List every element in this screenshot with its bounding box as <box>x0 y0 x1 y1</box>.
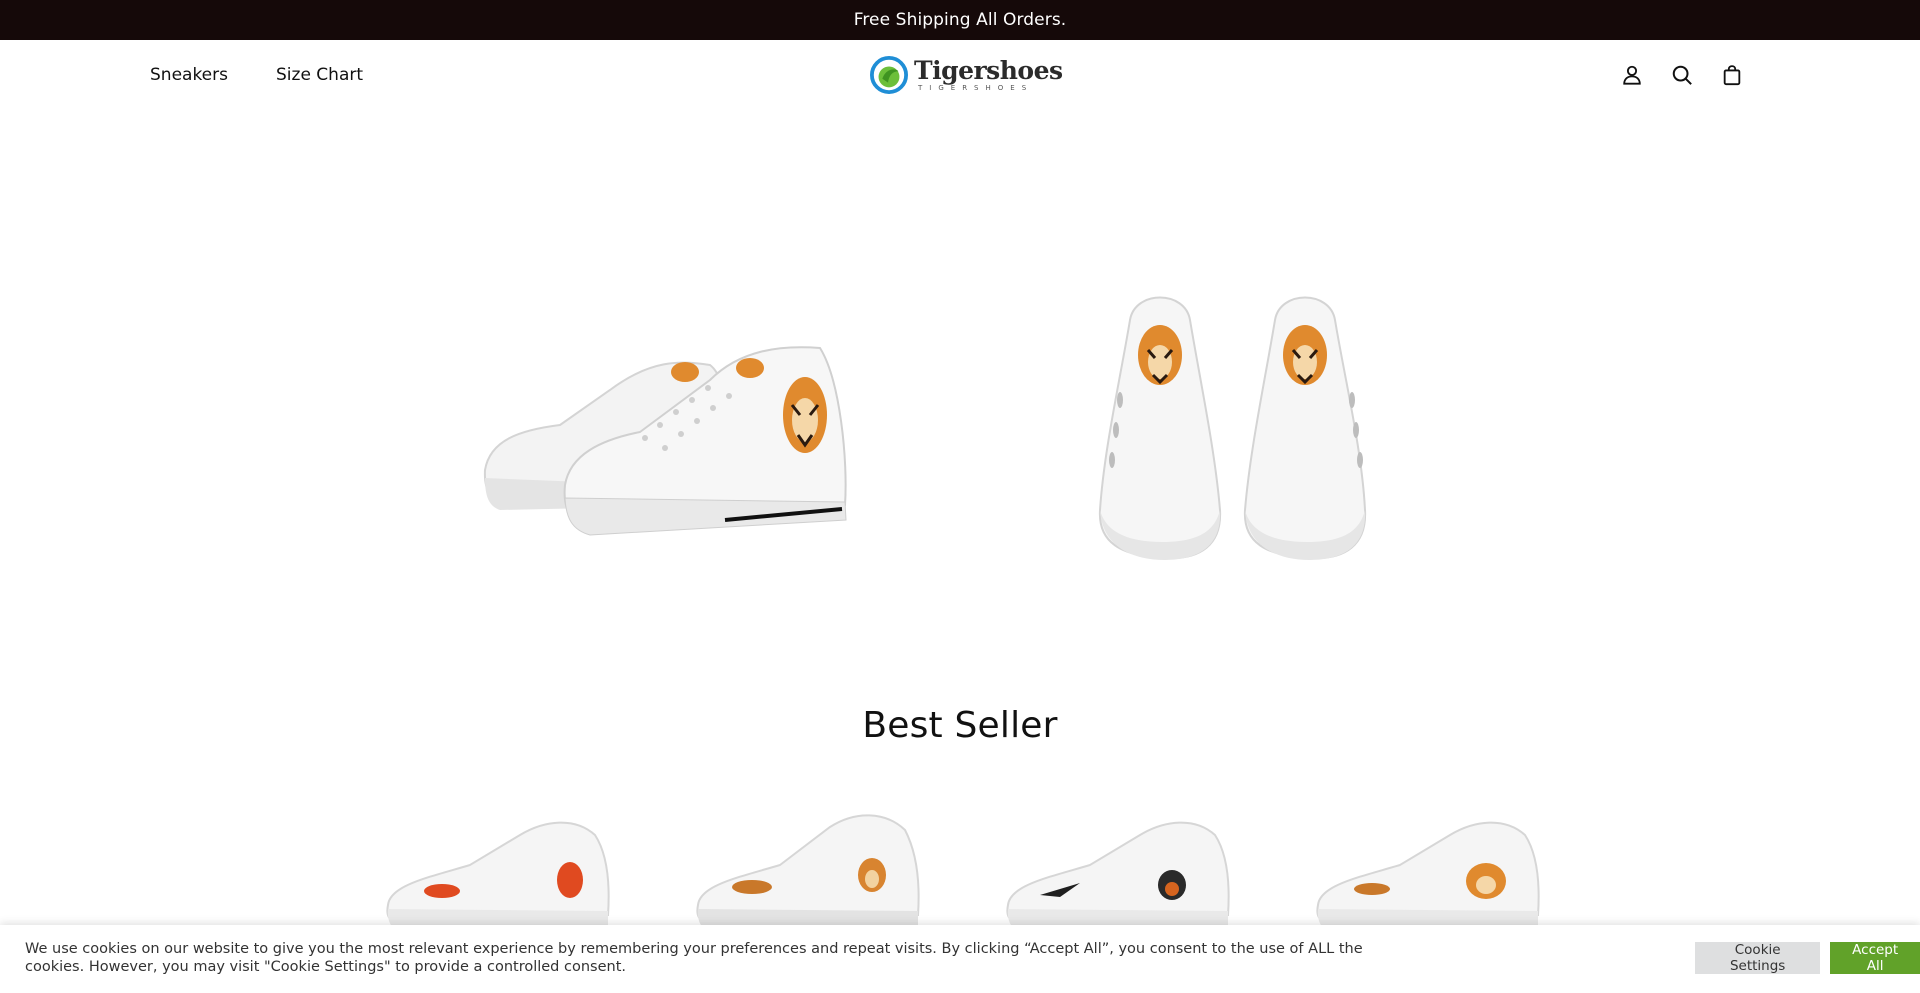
announcement-text: Free Shipping All Orders. <box>853 10 1067 30</box>
product-image <box>1006 821 1230 931</box>
product-card[interactable] <box>1000 805 1240 935</box>
hero-shoe-side-image[interactable] <box>480 320 890 550</box>
nav-item-size-chart[interactable]: Size Chart <box>276 65 363 85</box>
logo-icon <box>870 56 908 94</box>
product-card[interactable] <box>1310 805 1550 935</box>
hero-shoe-back-image[interactable] <box>1090 280 1390 570</box>
best-seller-title: Best Seller <box>862 705 1058 746</box>
account-icon[interactable] <box>1620 63 1644 87</box>
site-logo[interactable]: Tigershoes TIGERSHOES <box>870 54 1063 96</box>
nav-item-sneakers[interactable]: Sneakers <box>150 65 228 85</box>
product-card[interactable] <box>380 805 620 935</box>
cookie-message: We use cookies on our website to give yo… <box>25 941 1363 975</box>
product-image <box>1316 821 1540 931</box>
accept-all-button[interactable]: Accept All <box>1830 942 1920 974</box>
product-card[interactable] <box>690 805 930 935</box>
cart-icon[interactable] <box>1720 63 1744 87</box>
site-header: Sneakers Size Chart Tigershoes TIGERSHOE… <box>0 40 1920 110</box>
search-icon[interactable] <box>1670 63 1694 87</box>
product-image <box>386 821 610 931</box>
cookie-banner: We use cookies on our website to give yo… <box>0 925 1920 993</box>
cookie-actions: Cookie Settings Accept All <box>1695 942 1920 974</box>
hero-banner <box>0 110 1920 670</box>
main-nav: Sneakers Size Chart <box>150 40 363 110</box>
logo-subtitle: TIGERSHOES <box>918 84 1034 92</box>
cookie-settings-button[interactable]: Cookie Settings <box>1695 942 1821 974</box>
logo-name: Tigershoes <box>914 56 1063 85</box>
announcement-bar: Free Shipping All Orders. <box>0 0 1920 40</box>
best-seller-products <box>380 805 1550 935</box>
product-image <box>696 814 920 931</box>
header-icons <box>1620 40 1744 110</box>
